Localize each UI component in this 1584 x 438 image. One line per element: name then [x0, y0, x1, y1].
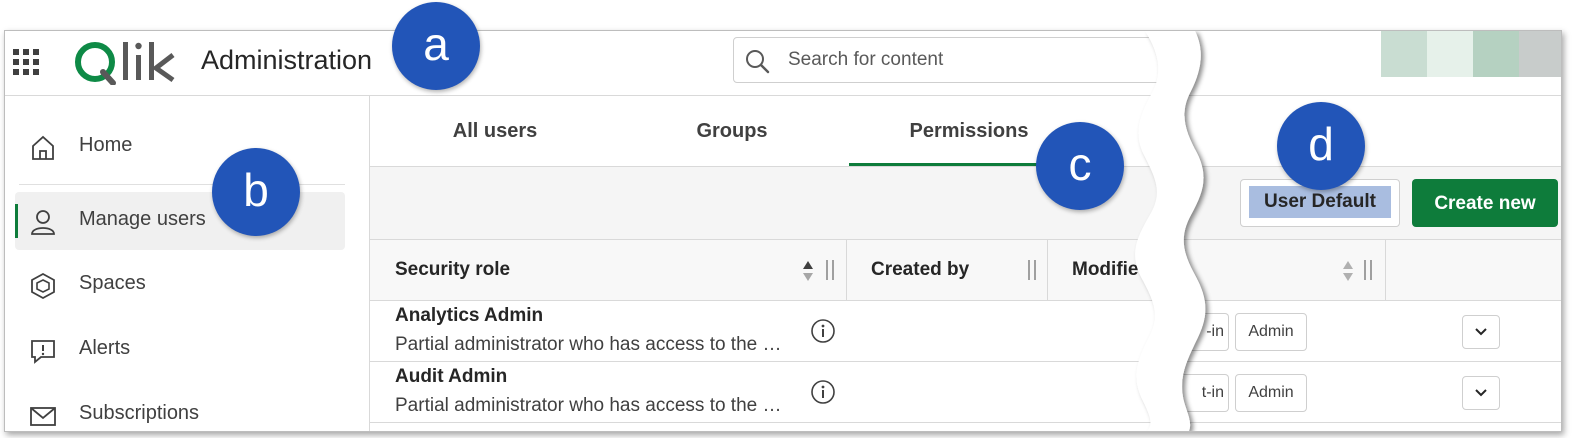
callout-c: c — [1036, 122, 1124, 210]
table-row[interactable]: Analytics Admin Partial administrator wh… — [370, 301, 1561, 362]
qlik-logo[interactable] — [73, 39, 177, 85]
table-header: Security role Created by Modifie — [370, 240, 1561, 301]
column-resize-handle[interactable] — [1028, 260, 1036, 280]
app-title: Administration — [201, 45, 373, 75]
sidebar-item-label: Alerts — [79, 337, 131, 359]
user-icon — [31, 210, 55, 235]
spaces-icon — [31, 272, 55, 300]
table-row — [370, 423, 1561, 431]
row-expand-button[interactable] — [1462, 376, 1500, 410]
role-name: Audit Admin — [395, 366, 508, 387]
alert-icon — [31, 340, 55, 364]
sidebar-item-label: Home — [79, 134, 133, 156]
sort-icon[interactable] — [802, 260, 814, 282]
sidebar-item-label: Manage users — [79, 208, 206, 230]
info-icon[interactable] — [810, 379, 836, 405]
role-tag: Admin — [1235, 374, 1307, 412]
chevron-down-icon — [1475, 389, 1487, 397]
top-bar: Administration — [5, 31, 1561, 96]
tab-bar: All users Groups Permissions — [370, 96, 1561, 167]
search-input[interactable] — [786, 46, 1150, 74]
swatch-3 — [1473, 31, 1519, 77]
sidebar-item-label: Subscriptions — [79, 402, 200, 424]
column-resize-handle[interactable] — [1364, 260, 1372, 280]
role-description: Partial administrator who has access to … — [395, 395, 782, 416]
profile-color-swatches — [1381, 31, 1561, 77]
sidebar-item-label: Spaces — [79, 272, 146, 294]
mail-icon — [30, 407, 56, 426]
role-description: Partial administrator who has access to … — [395, 334, 782, 355]
info-icon[interactable] — [810, 318, 836, 344]
row-expand-button[interactable] — [1462, 315, 1500, 349]
callout-b: b — [212, 148, 300, 236]
callout-d: d — [1277, 102, 1365, 190]
sidebar-item-spaces[interactable]: Spaces — [15, 256, 345, 314]
torn-edge-divider — [1135, 31, 1206, 431]
sidebar: Home Manage users Spaces Alerts Subscrip… — [5, 96, 370, 431]
role-name: Analytics Admin — [395, 305, 544, 326]
swatch-1 — [1381, 31, 1427, 77]
search-icon — [746, 50, 770, 74]
callout-a: a — [392, 2, 480, 90]
sidebar-item-alerts[interactable]: Alerts — [15, 321, 345, 379]
tab-groups[interactable]: Groups — [612, 96, 852, 164]
table-row[interactable]: Audit Admin Partial administrator who ha… — [370, 362, 1561, 423]
create-new-button[interactable]: Create new — [1412, 179, 1558, 227]
role-tag: Admin — [1235, 313, 1307, 351]
swatch-2 — [1427, 31, 1473, 77]
swatch-4 — [1519, 31, 1561, 77]
home-icon — [32, 135, 54, 160]
search-box[interactable] — [733, 37, 1165, 83]
chevron-down-icon — [1475, 328, 1487, 336]
sidebar-item-home[interactable]: Home — [15, 118, 345, 176]
app-grid-icon[interactable] — [13, 49, 39, 75]
column-resize-handle[interactable] — [826, 260, 834, 280]
toolbar: User Default Create new — [370, 167, 1561, 240]
sort-icon[interactable] — [1342, 260, 1354, 282]
column-header-security-role[interactable]: Security role — [395, 240, 510, 300]
user-default-label: User Default — [1249, 186, 1391, 218]
column-header-created-by[interactable]: Created by — [871, 240, 969, 300]
tab-all-users[interactable]: All users — [375, 96, 615, 164]
sidebar-item-subscriptions[interactable]: Subscriptions — [15, 386, 345, 431]
